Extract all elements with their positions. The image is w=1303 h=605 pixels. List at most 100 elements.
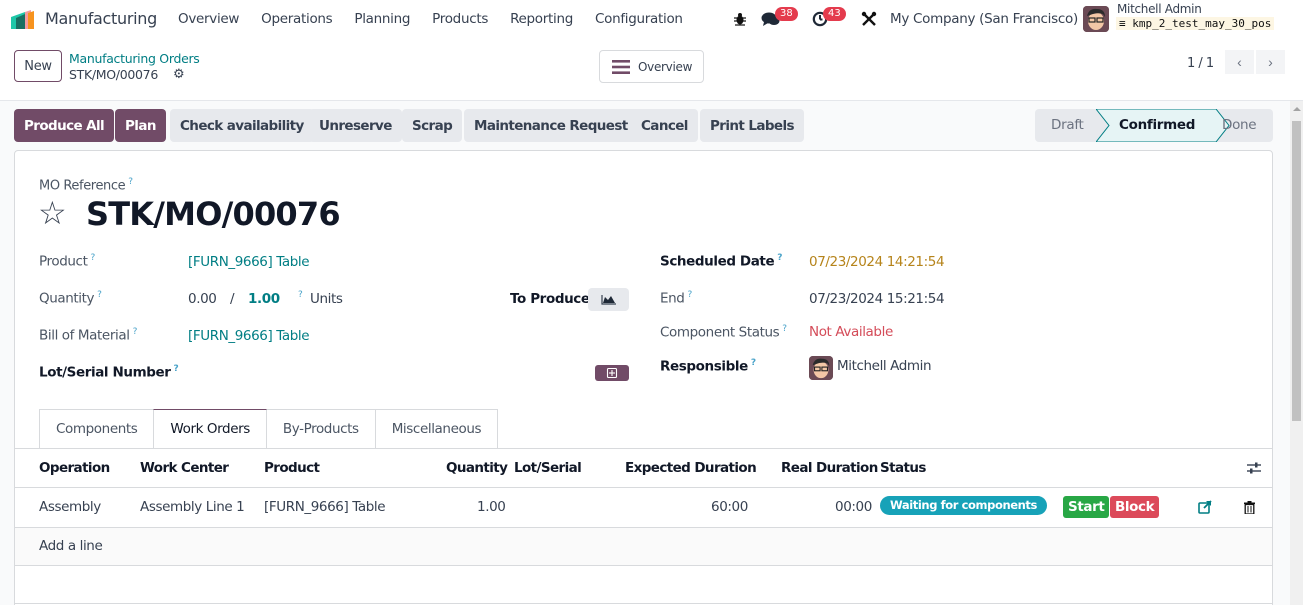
component-status-value: Not Available (809, 324, 893, 340)
breadcrumb-parent[interactable]: Manufacturing Orders (69, 51, 200, 66)
plus-square-icon (606, 367, 618, 379)
check-availability-button[interactable]: Check availability (170, 109, 314, 142)
status-done[interactable]: Done (1222, 109, 1257, 142)
add-line-row: Add a line (15, 528, 1272, 566)
help-icon[interactable]: ? (174, 364, 179, 374)
start-button[interactable]: Start (1063, 496, 1110, 518)
tab-miscellaneous[interactable]: Miscellaneous (374, 409, 499, 448)
pager-previous-button[interactable]: ‹ (1225, 50, 1254, 74)
menu-products[interactable]: Products (432, 11, 488, 27)
status-confirmed[interactable]: Confirmed (1119, 109, 1195, 142)
plan-button[interactable]: Plan (115, 109, 166, 142)
scheduled-date-label-text: Scheduled Date (660, 253, 775, 270)
optional-columns-icon[interactable] (1247, 461, 1261, 475)
quantity-label: Quantity? (39, 290, 102, 307)
empty-row (15, 566, 1272, 604)
column-quantity[interactable]: Quantity (446, 460, 508, 476)
mo-reference-label: MO Reference? (39, 177, 133, 193)
pager-next-button[interactable]: › (1256, 50, 1285, 74)
column-expected-duration[interactable]: Expected Duration (625, 460, 757, 476)
scrap-button[interactable]: Scrap (402, 109, 463, 142)
help-icon[interactable]: ? (128, 177, 133, 187)
generate-lot-button[interactable] (595, 365, 629, 381)
product-label: Product? (39, 253, 95, 270)
user-avatar[interactable] (1083, 6, 1109, 32)
tab-by-products[interactable]: By-Products (265, 409, 376, 448)
menu-icon (612, 59, 630, 74)
menu-reporting[interactable]: Reporting (510, 11, 573, 27)
bug-icon[interactable] (733, 12, 747, 26)
forecast-chart-button[interactable] (588, 288, 629, 311)
status-draft[interactable]: Draft (1051, 109, 1084, 142)
column-real-duration[interactable]: Real Duration (781, 460, 878, 476)
help-icon[interactable]: ? (298, 290, 303, 300)
menu-planning[interactable]: Planning (354, 11, 410, 27)
column-operation[interactable]: Operation (39, 460, 110, 476)
company-switcher[interactable]: My Company (San Francisco) (890, 11, 1078, 27)
unreserve-button[interactable]: Unreserve (309, 109, 402, 142)
lot-serial-label: Lot/Serial Number? (39, 364, 179, 381)
scheduled-date-label: Scheduled Date? (660, 253, 782, 270)
database-label: kmp_2_test_may_30_pos (1132, 17, 1272, 30)
help-icon[interactable]: ? (777, 253, 782, 263)
help-icon[interactable]: ? (782, 324, 787, 334)
tab-work-orders[interactable]: Work Orders (153, 409, 267, 448)
help-icon[interactable]: ? (687, 290, 692, 300)
page-scrollbar[interactable] (1290, 101, 1303, 605)
tools-icon[interactable] (861, 11, 877, 27)
menu-operations[interactable]: Operations (261, 11, 333, 27)
end-date-field[interactable]: 07/23/2024 15:21:54 (809, 291, 945, 307)
user-name[interactable]: Mitchell Admin (1117, 2, 1202, 16)
help-icon[interactable]: ? (90, 253, 95, 263)
responsible-label-text: Responsible (660, 358, 748, 375)
block-button[interactable]: Block (1110, 496, 1160, 518)
column-status[interactable]: Status (880, 460, 926, 476)
pager-value[interactable]: 1 / 1 (1187, 56, 1214, 71)
new-button[interactable]: New (14, 50, 62, 82)
star-icon[interactable]: ☆ (38, 197, 67, 229)
product-field[interactable]: [FURN_9666] Table (188, 254, 310, 270)
overview-button[interactable]: Overview (599, 50, 704, 83)
gear-icon[interactable]: ⚙ (173, 67, 185, 82)
tab-components[interactable]: Components (39, 409, 155, 448)
table-row[interactable]: Assembly Assembly Line 1 [FURN_9666] Tab… (15, 488, 1272, 528)
maintenance-request-button[interactable]: Maintenance Request (464, 109, 638, 142)
component-status-label-text: Component Status (660, 324, 780, 341)
manufacturing-app-icon[interactable] (11, 9, 37, 29)
database-name: ≡ kmp_2_test_may_30_pos (1116, 17, 1275, 30)
top-navbar: Manufacturing Overview Operations Planni… (0, 0, 1303, 38)
area-chart-icon (601, 295, 616, 305)
scroll-thumb[interactable] (1292, 121, 1301, 421)
app-name[interactable]: Manufacturing (45, 9, 157, 28)
open-external-icon[interactable] (1198, 500, 1212, 514)
main-menu: Overview Operations Planning Products Re… (178, 11, 705, 27)
responsible-field[interactable]: Mitchell Admin (837, 358, 932, 374)
scheduled-date-field[interactable]: 07/23/2024 14:21:54 (809, 254, 945, 270)
print-labels-button[interactable]: Print Labels (700, 109, 804, 142)
menu-configuration[interactable]: Configuration (595, 11, 683, 27)
database-icon: ≡ (1119, 17, 1133, 30)
quantity-produced: 0.00 (188, 291, 217, 307)
column-work-center[interactable]: Work Center (140, 460, 229, 476)
messages-badge: 38 (775, 7, 798, 21)
bom-label-text: Bill of Material (39, 327, 130, 344)
cell-operation: Assembly (39, 499, 101, 515)
quantity-uom[interactable]: Units (310, 291, 343, 307)
help-icon[interactable]: ? (751, 358, 756, 368)
help-icon[interactable]: ? (133, 327, 138, 337)
menu-overview[interactable]: Overview (178, 11, 239, 27)
scroll-up-arrow[interactable] (1293, 107, 1301, 111)
overview-label: Overview (638, 59, 693, 74)
cell-quantity: 1.00 (477, 499, 506, 515)
produce-all-button[interactable]: Produce All (14, 109, 115, 142)
column-product[interactable]: Product (264, 460, 320, 476)
column-lot-serial[interactable]: Lot/Serial (514, 460, 582, 476)
quantity-to-produce-field[interactable]: 1.00 (248, 291, 280, 307)
trash-icon[interactable] (1244, 501, 1255, 514)
bom-field[interactable]: [FURN_9666] Table (188, 328, 310, 344)
lot-serial-label-text: Lot/Serial Number (39, 364, 171, 381)
help-icon[interactable]: ? (97, 290, 102, 300)
mo-title: STK/MO/00076 (86, 195, 341, 233)
cancel-button[interactable]: Cancel (631, 109, 698, 142)
add-line-link[interactable]: Add a line (39, 538, 103, 554)
